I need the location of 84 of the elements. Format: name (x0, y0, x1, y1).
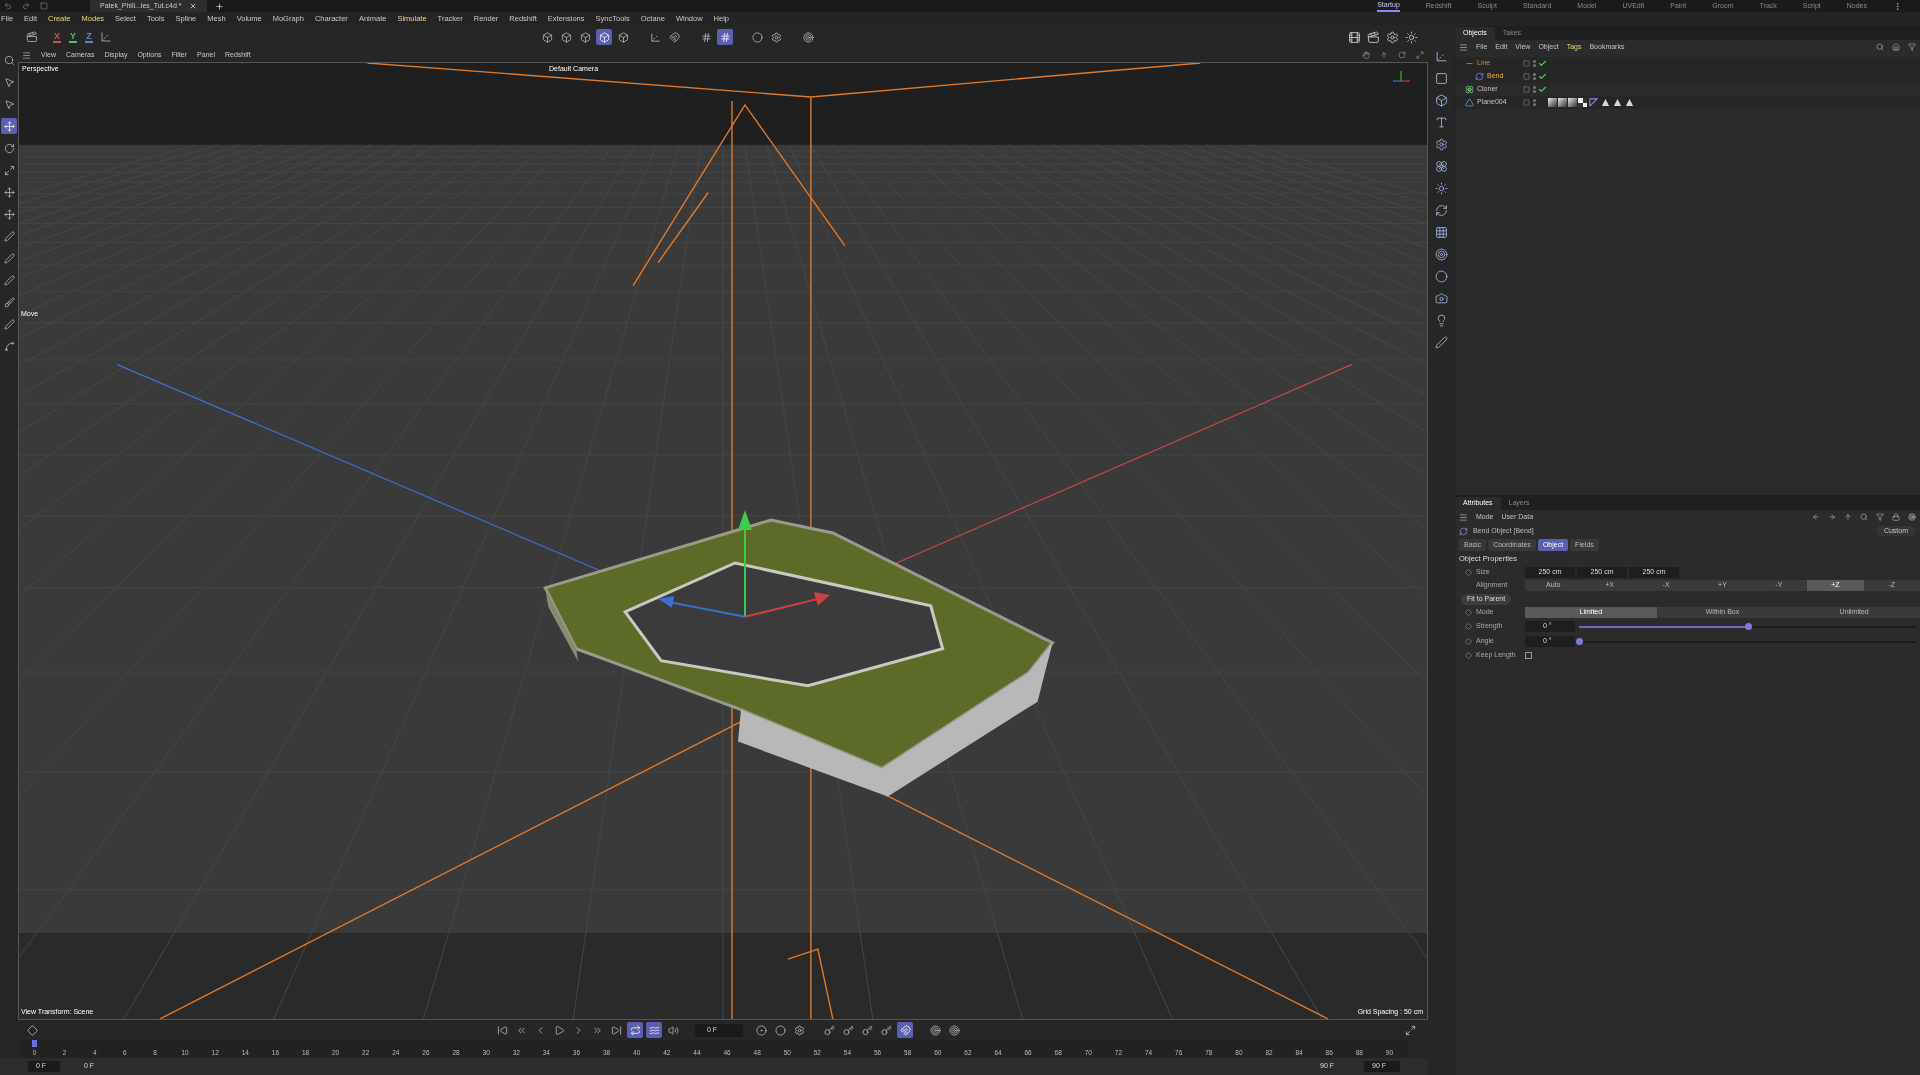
home-icon[interactable] (1892, 43, 1900, 51)
zoom-icon[interactable] (1380, 51, 1388, 59)
text-icon[interactable] (1434, 116, 1448, 129)
more-icon[interactable] (1893, 1, 1902, 11)
checker-tag-icon[interactable] (1578, 98, 1587, 107)
brush-icon[interactable] (1, 294, 17, 310)
render-icon[interactable] (1367, 30, 1380, 44)
search-icon[interactable] (1876, 43, 1884, 51)
square-icon[interactable] (1434, 72, 1448, 85)
record-icon[interactable] (753, 1022, 769, 1038)
axis-lock-button[interactable]: X (52, 30, 62, 44)
pen-icon[interactable] (1, 272, 17, 288)
back-icon[interactable] (1812, 513, 1820, 521)
pen-icon[interactable] (1434, 336, 1448, 349)
coordinate-system-icon[interactable] (100, 31, 112, 43)
axis-lock-button[interactable]: Z (84, 30, 94, 44)
move-icon[interactable] (1, 206, 17, 222)
pen-icon[interactable] (1, 316, 17, 332)
visibility-dots-icon[interactable] (1533, 73, 1536, 80)
enabled-check-icon[interactable] (1538, 59, 1547, 68)
cube-icon[interactable] (596, 29, 612, 45)
new-tab-icon[interactable] (215, 1, 225, 11)
move-icon[interactable] (1, 118, 17, 134)
slider-thumb[interactable] (1744, 623, 1752, 630)
orbit-icon[interactable] (1398, 51, 1406, 59)
cube-icon[interactable] (1434, 94, 1448, 107)
object-manager-icon[interactable] (26, 31, 38, 43)
forward-icon[interactable] (1828, 513, 1836, 521)
slider-thumb[interactable] (1576, 638, 1583, 645)
filter-icon[interactable] (1876, 513, 1884, 521)
filter-icon[interactable] (1908, 43, 1916, 51)
cloner-icon (1465, 85, 1474, 94)
enabled-check-icon[interactable] (1538, 72, 1547, 81)
camera-icon[interactable] (1434, 292, 1448, 305)
visibility-dots-icon[interactable] (1533, 86, 1536, 93)
keyframe-diamond-icon[interactable] (1465, 569, 1472, 576)
redo-icon[interactable] (22, 2, 30, 10)
maximize-icon[interactable] (1416, 51, 1424, 59)
menu-icon[interactable] (22, 50, 31, 60)
light-icon[interactable] (1405, 30, 1418, 44)
target-icon[interactable] (946, 1022, 962, 1038)
flower-icon[interactable] (1434, 160, 1448, 173)
search-icon[interactable] (1860, 513, 1868, 521)
circle-icon[interactable] (749, 29, 765, 45)
grid-icon[interactable] (1434, 226, 1448, 239)
keep-length-checkbox[interactable] (1525, 652, 1532, 659)
autokey-icon[interactable] (772, 1022, 788, 1038)
render-settings-icon[interactable] (1386, 30, 1399, 44)
magnet-icon[interactable] (897, 1022, 913, 1038)
visibility-dots-icon[interactable] (1533, 99, 1536, 106)
key-icon[interactable] (840, 1022, 856, 1038)
pen-icon[interactable] (1, 250, 17, 266)
close-icon[interactable] (189, 2, 198, 10)
sphere-icon[interactable] (1434, 270, 1448, 283)
move-icon[interactable] (1, 184, 17, 200)
sun-icon[interactable] (1434, 182, 1448, 195)
target-icon[interactable] (800, 29, 816, 45)
undo-icon[interactable] (4, 2, 12, 10)
key-icon[interactable] (859, 1022, 875, 1038)
target-icon[interactable] (1434, 248, 1448, 261)
gear-icon[interactable] (1434, 138, 1448, 151)
menu-icon[interactable] (1459, 512, 1468, 522)
axis-indicator-icon (1391, 69, 1411, 85)
lock-icon[interactable] (1892, 513, 1900, 521)
expand-icon[interactable] (1405, 1024, 1416, 1036)
target-icon[interactable] (927, 1022, 943, 1038)
grid-icon[interactable] (717, 29, 733, 45)
axis-icon[interactable] (1434, 50, 1448, 63)
render-view-icon[interactable] (1348, 30, 1361, 44)
magnet-icon[interactable] (666, 29, 682, 45)
menu-icon[interactable] (1459, 42, 1468, 52)
target-icon[interactable] (1908, 513, 1916, 521)
phong-tag-icon[interactable] (1589, 98, 1598, 107)
polygon-icon (1465, 98, 1474, 107)
pan-icon[interactable] (1362, 51, 1370, 59)
loop-icon[interactable] (627, 1022, 643, 1038)
axis-lock-button[interactable]: Y (68, 30, 78, 44)
up-icon[interactable] (1844, 513, 1852, 521)
enabled-check-icon[interactable] (1538, 85, 1547, 94)
key-icon[interactable] (878, 1022, 894, 1038)
pen-icon[interactable] (1, 228, 17, 244)
visibility-dots-icon[interactable] (1533, 60, 1536, 67)
keyframe-icon[interactable] (27, 1024, 38, 1036)
key-icon[interactable] (821, 1022, 837, 1038)
